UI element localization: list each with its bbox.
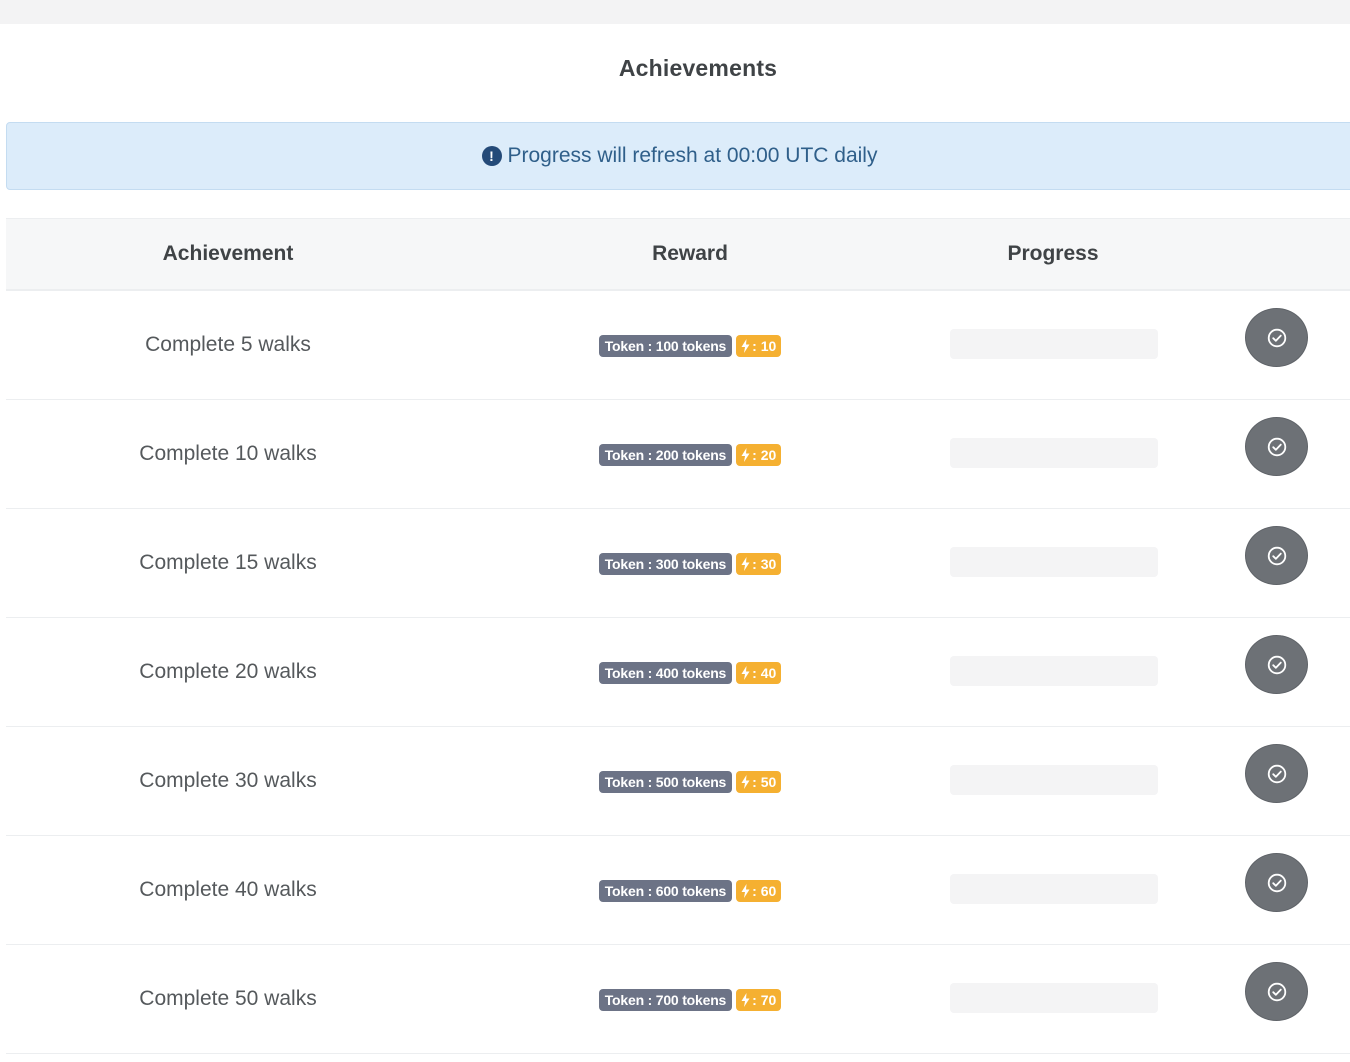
achievement-name: Complete 30 walks bbox=[139, 769, 317, 792]
energy-reward-value: : 70 bbox=[752, 992, 777, 1008]
top-bar bbox=[0, 0, 1350, 24]
claim-button[interactable] bbox=[1245, 526, 1308, 585]
reward-cell: Token : 500 tokens : 50 bbox=[450, 727, 930, 835]
check-circle-icon bbox=[1267, 437, 1286, 456]
reward-cell: Token : 100 tokens : 10 bbox=[450, 291, 930, 399]
table-body: Complete 5 walks Token : 100 tokens : 10… bbox=[6, 291, 1350, 1054]
table-row: Complete 40 walks Token : 600 tokens : 6… bbox=[6, 836, 1350, 945]
achievement-name: Complete 20 walks bbox=[139, 660, 317, 683]
energy-reward-badge: : 60 bbox=[736, 880, 782, 902]
refresh-notice: ! Progress will refresh at 00:00 UTC dai… bbox=[6, 122, 1350, 190]
energy-reward-badge: : 70 bbox=[736, 989, 782, 1011]
check-circle-icon bbox=[1267, 873, 1286, 892]
progress-bar bbox=[950, 547, 1158, 577]
bolt-icon bbox=[741, 775, 750, 789]
progress-bar bbox=[950, 765, 1158, 795]
progress-bar bbox=[950, 874, 1158, 904]
claim-button[interactable] bbox=[1245, 308, 1308, 367]
energy-reward-value: : 20 bbox=[752, 447, 777, 463]
claim-button[interactable] bbox=[1245, 635, 1308, 694]
check-circle-icon bbox=[1267, 764, 1286, 783]
energy-reward-badge: : 20 bbox=[736, 444, 782, 466]
energy-reward-value: : 10 bbox=[752, 338, 777, 354]
table-row: Complete 10 walks Token : 200 tokens : 2… bbox=[6, 400, 1350, 509]
energy-reward-value: : 40 bbox=[752, 665, 777, 681]
token-reward-badge: Token : 600 tokens bbox=[598, 880, 733, 902]
energy-reward-value: : 30 bbox=[752, 556, 777, 572]
token-reward-badge: Token : 200 tokens bbox=[598, 444, 733, 466]
table-row: Complete 50 walks Token : 700 tokens : 7… bbox=[6, 945, 1350, 1054]
bolt-icon bbox=[741, 557, 750, 571]
info-circle-icon: ! bbox=[481, 146, 502, 166]
check-circle-icon bbox=[1267, 982, 1286, 1001]
token-reward-badge: Token : 300 tokens bbox=[598, 553, 733, 575]
claim-button[interactable] bbox=[1245, 962, 1308, 1021]
table-row: Complete 30 walks Token : 500 tokens : 5… bbox=[6, 727, 1350, 836]
token-reward-badge: Token : 500 tokens bbox=[598, 771, 733, 793]
achievement-name: Complete 10 walks bbox=[139, 442, 317, 465]
reward-cell: Token : 400 tokens : 40 bbox=[450, 618, 930, 726]
check-circle-icon bbox=[1267, 655, 1286, 674]
header-progress: Progress bbox=[1007, 242, 1099, 265]
claim-button[interactable] bbox=[1245, 853, 1308, 912]
progress-bar bbox=[950, 983, 1158, 1013]
achievement-name: Complete 15 walks bbox=[139, 551, 317, 574]
check-circle-icon bbox=[1267, 328, 1286, 347]
header-reward: Reward bbox=[652, 242, 728, 265]
token-reward-badge: Token : 700 tokens bbox=[598, 989, 733, 1011]
energy-reward-value: : 60 bbox=[752, 883, 777, 899]
table-row: Complete 20 walks Token : 400 tokens : 4… bbox=[6, 618, 1350, 727]
table-row: Complete 15 walks Token : 300 tokens : 3… bbox=[6, 509, 1350, 618]
achievements-table: Achievement Reward Progress Complete 5 w… bbox=[6, 218, 1350, 1054]
table-row: Complete 5 walks Token : 100 tokens : 10 bbox=[6, 291, 1350, 400]
refresh-notice-text: Progress will refresh at 00:00 UTC daily bbox=[507, 144, 878, 167]
claim-button[interactable] bbox=[1245, 744, 1308, 803]
bolt-icon bbox=[741, 884, 750, 898]
energy-reward-value: : 50 bbox=[752, 774, 777, 790]
bolt-icon bbox=[741, 448, 750, 462]
energy-reward-badge: : 40 bbox=[736, 662, 782, 684]
progress-bar bbox=[950, 329, 1158, 359]
page-title: Achievements bbox=[618, 55, 778, 81]
bolt-icon bbox=[741, 993, 750, 1007]
achievement-name: Complete 40 walks bbox=[139, 878, 317, 901]
reward-cell: Token : 600 tokens : 60 bbox=[450, 836, 930, 944]
energy-reward-badge: : 50 bbox=[736, 771, 782, 793]
reward-cell: Token : 700 tokens : 70 bbox=[450, 945, 930, 1053]
progress-bar bbox=[950, 656, 1158, 686]
reward-cell: Token : 200 tokens : 20 bbox=[450, 400, 930, 508]
bolt-icon bbox=[741, 666, 750, 680]
token-reward-badge: Token : 100 tokens bbox=[598, 335, 733, 357]
header-achievement: Achievement bbox=[162, 242, 294, 265]
check-circle-icon bbox=[1267, 546, 1286, 565]
achievement-name: Complete 50 walks bbox=[139, 987, 317, 1010]
reward-cell: Token : 300 tokens : 30 bbox=[450, 509, 930, 617]
bolt-icon bbox=[741, 339, 750, 353]
energy-reward-badge: : 10 bbox=[736, 335, 782, 357]
token-reward-badge: Token : 400 tokens bbox=[598, 662, 733, 684]
table-header: Achievement Reward Progress bbox=[6, 218, 1350, 291]
energy-reward-badge: : 30 bbox=[736, 553, 782, 575]
claim-button[interactable] bbox=[1245, 417, 1308, 476]
progress-bar bbox=[950, 438, 1158, 468]
achievement-name: Complete 5 walks bbox=[145, 333, 311, 356]
